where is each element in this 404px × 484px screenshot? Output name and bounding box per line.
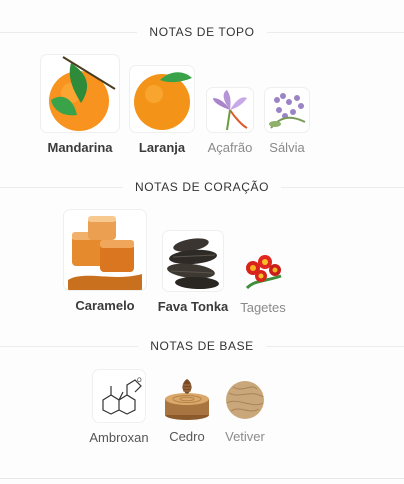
note-fava-tonka[interactable]: Fava Tonka xyxy=(157,231,229,314)
note-label: Ambroxan xyxy=(89,430,149,445)
note-vetiver[interactable]: Vetiver xyxy=(220,379,270,444)
tagetes-flower-icon xyxy=(241,250,285,292)
note-label: Açafrão xyxy=(207,140,253,155)
note-label: Sálvia xyxy=(269,140,305,155)
section-title-base: NOTAS DE BASE xyxy=(0,339,404,353)
note-caramelo[interactable]: Caramelo xyxy=(63,210,147,313)
section-title-top: NOTAS DE TOPO xyxy=(0,25,404,39)
section-title-heart: NOTAS DE CORAÇÃO xyxy=(0,180,404,194)
tonka-bean-icon xyxy=(163,231,223,291)
note-acafrao[interactable]: Açafrão xyxy=(204,88,256,155)
note-laranja[interactable]: Laranja xyxy=(128,66,196,155)
bottom-divider xyxy=(0,478,404,479)
ambroxan-molecule-icon: O xyxy=(93,370,145,422)
note-label: Tagetes xyxy=(240,300,286,315)
note-label: Cedro xyxy=(169,429,205,444)
vetiver-root-icon xyxy=(223,379,267,421)
svg-text:O: O xyxy=(137,377,142,384)
note-label: Fava Tonka xyxy=(157,299,229,314)
note-label: Mandarina xyxy=(47,140,113,155)
note-mandarina[interactable]: Mandarina xyxy=(40,55,120,155)
note-label: Vetiver xyxy=(225,429,265,444)
note-tagetes[interactable]: Tagetes xyxy=(236,250,290,315)
note-label: Caramelo xyxy=(75,298,135,313)
sage-flower-icon xyxy=(265,88,309,132)
note-ambroxan[interactable]: O Ambroxan xyxy=(84,370,154,445)
note-cedro[interactable]: Cedro xyxy=(162,377,212,444)
caramel-icon xyxy=(64,210,146,290)
mandarin-icon xyxy=(41,55,119,132)
note-label: Laranja xyxy=(138,140,186,155)
note-salvia[interactable]: Sálvia xyxy=(262,88,312,155)
cedar-wood-icon xyxy=(164,377,210,421)
saffron-flower-icon xyxy=(207,88,253,132)
orange-icon xyxy=(130,66,194,132)
